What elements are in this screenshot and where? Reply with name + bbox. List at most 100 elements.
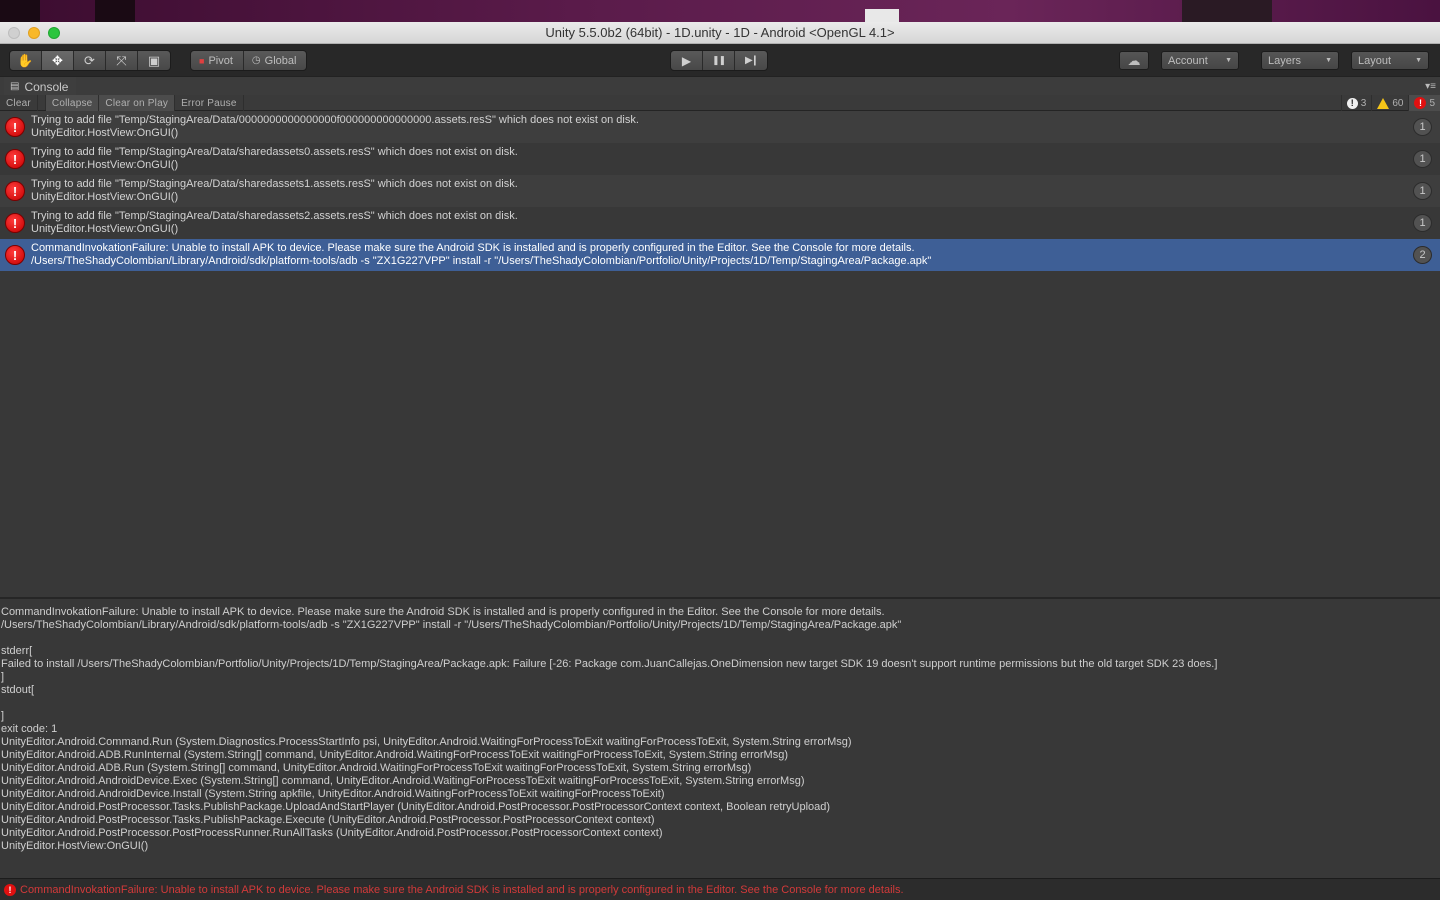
console-icon: ▤ (10, 81, 20, 92)
pivot-label: Pivot (208, 54, 233, 67)
clear-button[interactable]: Clear (0, 95, 38, 111)
playback-controls: ▶ ❚❚ ▶❙ (670, 50, 768, 71)
log-message: Trying to add file "Temp/StagingArea/Dat… (31, 210, 518, 222)
layers-label: Layers (1268, 54, 1302, 67)
log-stack-first-line: UnityEditor.HostView:OnGUI() (31, 127, 179, 139)
main-toolbar: ✋ ✥ ⟳ ⤧ ▣ ■ Pivot ◷ Global ▶ ❚❚ ▶❙ ☁ Acc… (0, 44, 1440, 76)
account-dropdown[interactable]: Account ▼ (1161, 51, 1239, 70)
error-icon: ! (5, 245, 25, 265)
step-button[interactable]: ▶❙ (735, 51, 767, 70)
error-icon: ! (5, 149, 25, 169)
layout-label: Layout (1358, 54, 1392, 67)
pause-icon: ❚❚ (711, 55, 726, 65)
warning-icon (1377, 97, 1390, 109)
log-message: CommandInvokationFailure: Unable to inst… (31, 242, 915, 254)
hand-icon: ✋ (17, 52, 34, 68)
detail-line: stdout[ (1, 684, 35, 696)
status-bar[interactable]: ! CommandInvokationFailure: Unable to in… (0, 878, 1440, 900)
toolbar-spacer (38, 95, 46, 110)
play-icon: ▶ (681, 53, 692, 68)
log-count-badge: 1 (1413, 150, 1432, 168)
hand-tool-button[interactable]: ✋ (10, 51, 42, 70)
clear-on-play-toggle[interactable]: Clear on Play (99, 95, 176, 111)
status-message: CommandInvokationFailure: Unable to inst… (20, 883, 904, 896)
info-count: 3 (1360, 97, 1367, 109)
detail-line: exit code: 1 (1, 723, 58, 735)
detail-line: UnityEditor.Android.AndroidDevice.Instal… (1, 788, 665, 800)
log-stack-first-line: UnityEditor.HostView:OnGUI() (31, 223, 179, 235)
play-button[interactable]: ▶ (671, 51, 703, 70)
detail-line: /Users/TheShadyColombian/Library/Android… (1, 619, 902, 631)
transform-tools: ✋ ✥ ⟳ ⤧ ▣ (9, 50, 171, 71)
chevron-down-icon: ▼ (1225, 57, 1232, 64)
desktop-wallpaper-silhouette (1182, 0, 1272, 22)
error-icon: ! (1414, 97, 1427, 109)
detail-line: CommandInvokationFailure: Unable to inst… (1, 606, 885, 618)
console-toolbar: Clear Collapse Clear on Play Error Pause… (0, 95, 1440, 111)
pivot-toggle-button[interactable]: ■ Pivot (191, 51, 244, 70)
rect-icon: ▣ (147, 52, 161, 68)
cloud-services-button[interactable]: ☁ (1119, 51, 1149, 70)
rect-tool-button[interactable]: ▣ (138, 51, 170, 70)
detail-line: Failed to install /Users/TheShadyColombi… (1, 658, 1218, 670)
desktop-wallpaper-silhouette (0, 0, 40, 22)
log-filter-toggles: ! 3 60 ! 5 (1340, 95, 1440, 111)
global-icon: ◷ (251, 55, 261, 66)
log-message: Trying to add file "Temp/StagingArea/Dat… (31, 114, 639, 126)
log-stack-first-line: UnityEditor.HostView:OnGUI() (31, 191, 179, 203)
desktop-wallpaper-silhouette (95, 0, 135, 22)
rotate-icon: ⟳ (84, 52, 95, 68)
log-entry[interactable]: ! Trying to add file "Temp/StagingArea/D… (0, 111, 1440, 143)
unity-editor-window: Unity 5.5.0b2 (64bit) - 1D.unity - 1D - … (0, 22, 1440, 900)
log-entry[interactable]: ! Trying to add file "Temp/StagingArea/D… (0, 207, 1440, 239)
log-message: Trying to add file "Temp/StagingArea/Dat… (31, 178, 518, 190)
log-message: Trying to add file "Temp/StagingArea/Dat… (31, 146, 518, 158)
collapse-toggle[interactable]: Collapse (45, 95, 100, 111)
detail-line: ] (1, 710, 5, 722)
error-pause-toggle[interactable]: Error Pause (175, 95, 244, 111)
detail-line: UnityEditor.Android.Command.Run (System.… (1, 736, 852, 748)
detail-line: stderr[ (1, 645, 33, 657)
info-filter-toggle[interactable]: ! 3 (1340, 95, 1372, 111)
log-entry-text: CommandInvokationFailure: Unable to inst… (31, 242, 931, 268)
log-count-badge: 1 (1413, 182, 1432, 200)
chevron-down-icon: ▼ (1325, 57, 1332, 64)
detail-line: UnityEditor.Android.ADB.Run (System.Stri… (1, 762, 752, 774)
log-entry[interactable]: ! Trying to add file "Temp/StagingArea/D… (0, 143, 1440, 175)
layout-dropdown[interactable]: Layout ▼ (1351, 51, 1429, 70)
error-count: 5 (1429, 97, 1435, 109)
error-icon: ! (5, 213, 25, 233)
tab-console[interactable]: ▤ Console (4, 77, 77, 96)
log-count-badge: 1 (1413, 118, 1432, 136)
log-entry[interactable]: ! Trying to add file "Temp/StagingArea/D… (0, 175, 1440, 207)
layers-dropdown[interactable]: Layers ▼ (1261, 51, 1339, 70)
scale-icon: ⤧ (116, 52, 127, 68)
error-icon: ! (4, 883, 16, 896)
step-icon: ▶❙ (744, 55, 759, 66)
panel-menu-icon[interactable]: ▾≡ (1425, 81, 1436, 92)
move-tool-button[interactable]: ✥ (42, 51, 74, 70)
log-list[interactable]: ! Trying to add file "Temp/StagingArea/D… (0, 111, 1440, 597)
desktop-file-icon[interactable] (865, 9, 899, 23)
log-entry-text: Trying to add file "Temp/StagingArea/Dat… (31, 178, 518, 204)
warning-filter-toggle[interactable]: 60 (1371, 95, 1408, 111)
log-entry-selected[interactable]: ! CommandInvokationFailure: Unable to in… (0, 239, 1440, 271)
title-bar: Unity 5.5.0b2 (64bit) - 1D.unity - 1D - … (0, 22, 1440, 44)
detail-line: UnityEditor.Android.PostProcessor.Tasks.… (1, 814, 655, 826)
pivot-icon: ■ (199, 55, 205, 66)
info-icon: ! (1346, 97, 1358, 109)
detail-line: ] (1, 671, 5, 683)
window-title: Unity 5.5.0b2 (64bit) - 1D.unity - 1D - … (545, 25, 895, 40)
rotate-tool-button[interactable]: ⟳ (74, 51, 106, 70)
log-entry-text: Trying to add file "Temp/StagingArea/Dat… (31, 146, 518, 172)
pause-button[interactable]: ❚❚ (703, 51, 735, 70)
detail-line: UnityEditor.Android.PostProcessor.PostPr… (1, 827, 663, 839)
log-detail-pane[interactable]: CommandInvokationFailure: Unable to inst… (0, 599, 1440, 877)
error-icon: ! (5, 181, 25, 201)
scale-tool-button[interactable]: ⤧ (106, 51, 138, 70)
panel-tab-bar: ▤ Console ▾≡ (0, 76, 1440, 96)
log-entry-text: Trying to add file "Temp/StagingArea/Dat… (31, 114, 639, 140)
error-filter-toggle[interactable]: ! 5 (1408, 95, 1440, 111)
global-toggle-button[interactable]: ◷ Global (244, 51, 307, 70)
move-icon: ✥ (52, 52, 63, 68)
